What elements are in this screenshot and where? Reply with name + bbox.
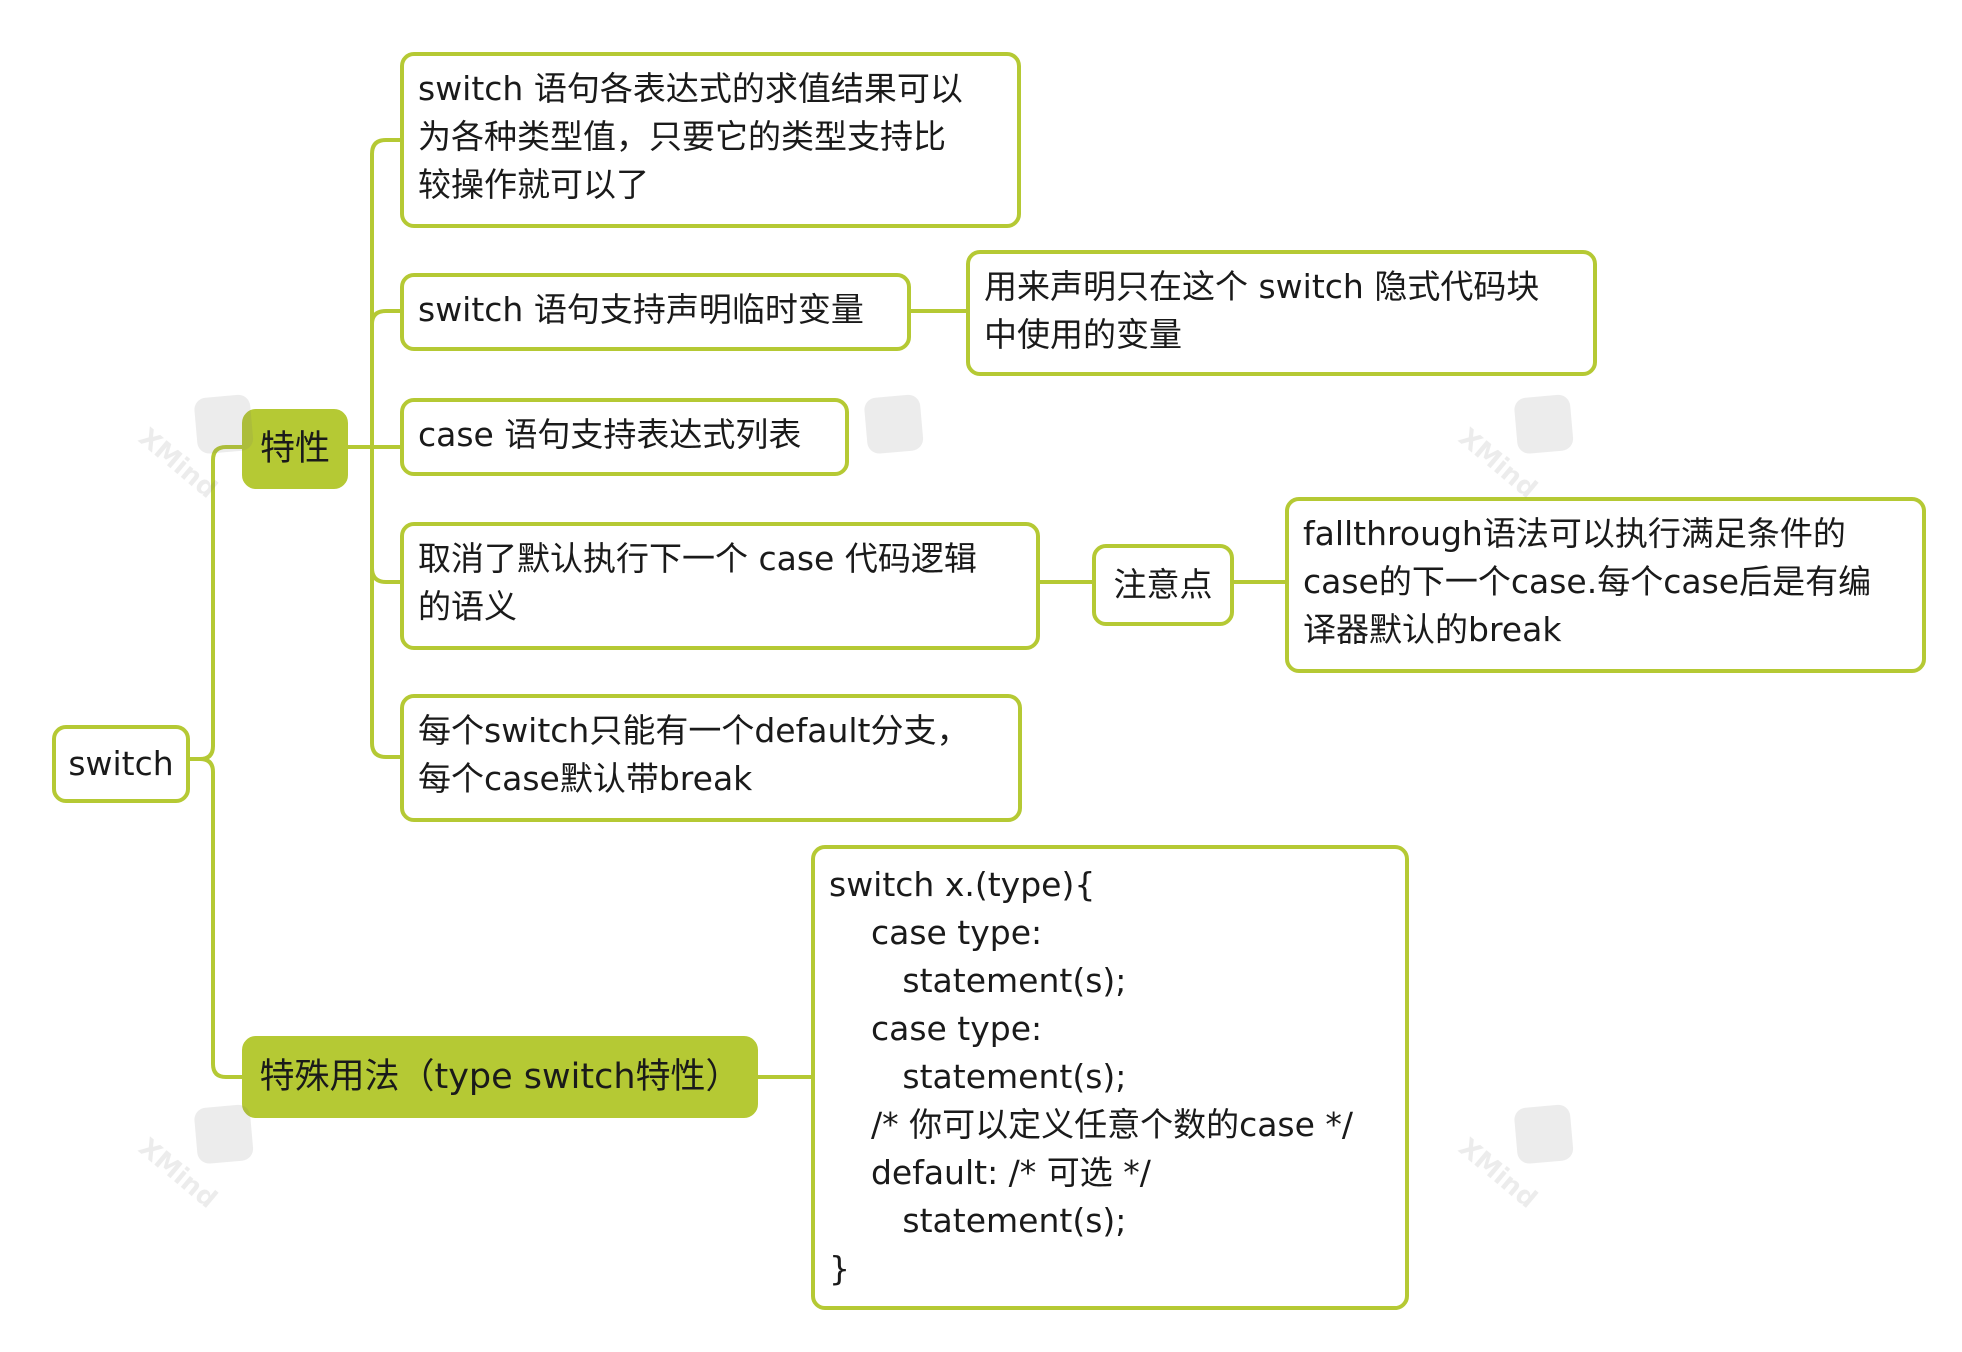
root-topic[interactable]: switch [52, 725, 190, 803]
connector-features-item-2 [370, 309, 402, 449]
connector-features-item-1 [370, 138, 402, 449]
feature-item-type-values[interactable]: switch 语句各表达式的求值结果可以 为各种类型值，只要它的类型支持比 较操… [400, 52, 1021, 228]
connector-root-features [186, 445, 244, 761]
fallthrough-note[interactable]: fallthrough语法可以执行满足条件的 case的下一个case.每个ca… [1285, 497, 1926, 673]
connector-features-item-5 [370, 445, 402, 759]
feature-item-no-fallthrough[interactable]: 取消了默认执行下一个 case 代码逻辑 的语义 [400, 522, 1040, 650]
type-switch-code[interactable]: switch x.(type){ case type: statement(s)… [811, 845, 1409, 1310]
connector-root-special [186, 757, 244, 1079]
attention-topic[interactable]: 注意点 [1092, 544, 1234, 626]
mindmap-canvas: switch 特性 switch 语句各表达式的求值结果可以 为各种类型值，只要… [0, 0, 1962, 1352]
special-usage-topic[interactable]: 特殊用法（type switch特性） [242, 1036, 758, 1118]
connector-features-item-4 [370, 445, 402, 584]
feature-item-default-branch[interactable]: 每个switch只能有一个default分支， 每个case默认带break [400, 694, 1022, 822]
feature-item-temp-var[interactable]: switch 语句支持声明临时变量 [400, 273, 911, 351]
features-topic[interactable]: 特性 [242, 409, 348, 489]
feature-item-expr-list[interactable]: case 语句支持表达式列表 [400, 398, 849, 476]
temp-var-note[interactable]: 用来声明只在这个 switch 隐式代码块 中使用的变量 [966, 250, 1597, 376]
